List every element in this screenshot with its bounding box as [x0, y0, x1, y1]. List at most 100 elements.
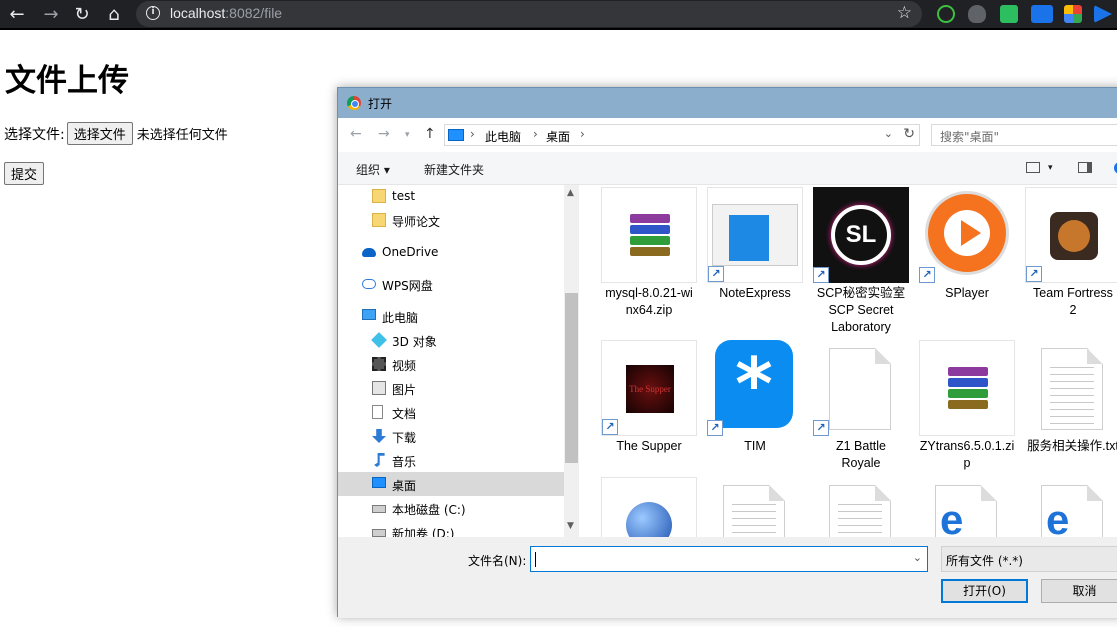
- edge-icon: e: [1025, 477, 1117, 537]
- sidebar-item-label: 本地磁盘 (C:): [392, 503, 466, 517]
- file-tile[interactable]: ↗ SPlayer: [897, 185, 1015, 335]
- cancel-button[interactable]: 取消: [1041, 579, 1117, 603]
- filename-label: 文件名(N):: [468, 554, 527, 568]
- file-tile[interactable]: mysql-8.0.21-wi nx64.zip: [579, 185, 697, 335]
- breadcrumb-this-pc[interactable]: 此电脑: [485, 128, 521, 145]
- view-options-icon[interactable]: [1026, 162, 1040, 173]
- file-tile[interactable]: The Supper ↗ The Supper: [579, 338, 697, 488]
- sidebar-item[interactable]: 图片: [338, 376, 564, 400]
- address-bar[interactable]: i localhost:8082/file ☆: [136, 1, 922, 27]
- file-tile[interactable]: SL ↗ SCP秘密实验室 SCP Secret Laboratory: [791, 185, 909, 335]
- sidebar-item-label: 新加卷 (D:): [392, 527, 455, 537]
- sidebar-item-label: 桌面: [392, 479, 417, 493]
- filetype-select[interactable]: 所有文件 (*.*): [941, 546, 1117, 572]
- edge-icon: e: [919, 477, 1015, 537]
- back-arrow-icon[interactable]: ←: [6, 4, 28, 26]
- preview-pane-icon[interactable]: [1078, 162, 1092, 173]
- sidebar-item-label: 视频: [392, 359, 417, 373]
- no-file-text: 未选择任何文件: [136, 128, 228, 143]
- sidebar-item[interactable]: 导师论文: [338, 208, 564, 232]
- file-tile[interactable]: ↗ Z1 Battle Royale: [791, 338, 909, 488]
- address-path-box[interactable]: › 此电脑 › 桌面 › ⌄ ↻: [444, 124, 920, 146]
- dialog-title: 打开: [368, 97, 393, 111]
- chevron-right-icon[interactable]: ›: [533, 127, 538, 141]
- file-tile[interactable]: ZYtrans6.5.0.1.zi p: [897, 338, 1015, 488]
- desktop-icon: [372, 477, 386, 488]
- winrar-icon: [919, 340, 1015, 436]
- shortcut-arrow-icon: ↗: [708, 266, 724, 282]
- filetype-value: 所有文件 (*.*): [946, 554, 1023, 568]
- choose-file-button[interactable]: 选择文件: [66, 122, 133, 145]
- forward-arrow-icon[interactable]: →: [40, 4, 62, 26]
- info-icon[interactable]: i: [146, 6, 160, 20]
- back-arrow-icon[interactable]: ←: [350, 126, 362, 142]
- file-tile[interactable]: [791, 475, 909, 537]
- chevron-down-icon[interactable]: ▾: [1048, 163, 1053, 173]
- sidebar-item-label: 音乐: [392, 455, 417, 469]
- file-label: 选择文件:: [4, 126, 65, 143]
- file-tile[interactable]: ↗ NoteExpress: [685, 185, 803, 335]
- file-tile[interactable]: * ↗ TIM: [685, 338, 803, 488]
- file-tile[interactable]: [579, 475, 697, 537]
- organize-menu[interactable]: 组织 ▾: [356, 161, 390, 178]
- extension-colorful-icon[interactable]: [1064, 5, 1082, 23]
- sidebar-item-label: OneDrive: [382, 245, 439, 259]
- extension-bulb-icon[interactable]: [968, 5, 986, 23]
- extension-play-icon[interactable]: [1094, 5, 1112, 23]
- open-file-dialog: 打开 ← → ▾ ↑ › 此电脑 › 桌面 › ⌄ ↻ 搜索"桌面" 组织 ▾ …: [337, 87, 1117, 618]
- dialog-bottom-bar: 文件名(N): ⌄ 所有文件 (*.*) 打开(O) 取消: [338, 537, 1117, 618]
- file-tile[interactable]: e: [897, 475, 1015, 537]
- scroll-down-icon[interactable]: ▼: [567, 521, 574, 531]
- submit-button[interactable]: 提交: [4, 162, 45, 185]
- file-tile[interactable]: 服务相关操作.txt: [1003, 338, 1117, 488]
- the-supper-icon: The Supper ↗: [601, 340, 697, 436]
- sidebar-item[interactable]: 视频: [338, 352, 564, 376]
- chevron-right-icon[interactable]: ›: [580, 127, 585, 141]
- nav-scrollbar[interactable]: ▲ ▼: [564, 185, 579, 537]
- chevron-down-icon[interactable]: ⌄: [884, 127, 893, 140]
- scroll-up-icon[interactable]: ▲: [567, 188, 574, 198]
- file-tile[interactable]: [685, 475, 803, 537]
- sidebar-item[interactable]: 音乐: [338, 448, 564, 472]
- sidebar-item[interactable]: 文档: [338, 400, 564, 424]
- up-arrow-icon[interactable]: ↑: [424, 126, 436, 142]
- extension-circle-icon[interactable]: [937, 5, 955, 23]
- filename-input[interactable]: ⌄: [530, 546, 928, 572]
- search-input[interactable]: 搜索"桌面": [931, 124, 1117, 146]
- file-tile[interactable]: e: [1003, 475, 1117, 537]
- home-icon[interactable]: ⌂: [103, 4, 125, 26]
- sidebar-item[interactable]: WPS网盘: [338, 272, 564, 296]
- open-button[interactable]: 打开(O): [941, 579, 1028, 603]
- chrome-logo-icon: [347, 96, 361, 110]
- onedrive-icon: [362, 248, 376, 257]
- refresh-icon[interactable]: ↻: [903, 126, 915, 142]
- new-folder-button[interactable]: 新建文件夹: [424, 161, 484, 178]
- evernote-icon[interactable]: [1000, 5, 1018, 23]
- dialog-title-bar[interactable]: 打开: [338, 88, 1117, 118]
- winrar-icon: [601, 187, 697, 283]
- sidebar-item-label: 导师论文: [392, 215, 441, 229]
- file-tile[interactable]: ↗ Team Fortress 2: [1003, 185, 1117, 335]
- sidebar-item[interactable]: 此电脑: [338, 304, 564, 328]
- breadcrumb-desktop[interactable]: 桌面: [546, 128, 570, 145]
- reload-icon[interactable]: ↻: [71, 4, 93, 26]
- bookmark-star-icon[interactable]: ☆: [897, 3, 912, 23]
- sidebar-item[interactable]: 3D 对象: [338, 328, 564, 352]
- sidebar-item[interactable]: OneDrive: [338, 240, 564, 264]
- text-file-icon: [1025, 340, 1117, 436]
- recent-dropdown-icon[interactable]: ▾: [405, 130, 410, 140]
- sidebar-item[interactable]: test: [338, 185, 564, 208]
- sidebar-item-label: 文档: [392, 407, 417, 421]
- scroll-thumb[interactable]: [565, 293, 578, 463]
- sidebar-item[interactable]: 本地磁盘 (C:): [338, 496, 564, 520]
- forward-arrow-icon[interactable]: →: [378, 126, 390, 142]
- sidebar-item[interactable]: 下载: [338, 424, 564, 448]
- shortcut-arrow-icon: ↗: [602, 419, 618, 435]
- new-extension-icon[interactable]: [1031, 5, 1053, 23]
- sidebar-item[interactable]: 新加卷 (D:): [338, 520, 564, 537]
- chevron-down-icon[interactable]: ⌄: [913, 551, 922, 564]
- sidebar-item[interactable]: 桌面: [338, 472, 564, 496]
- text-file-icon: [707, 477, 803, 537]
- chevron-right-icon[interactable]: ›: [470, 127, 475, 141]
- file-input-row: 选择文件: 选择文件 未选择任何文件: [4, 122, 228, 145]
